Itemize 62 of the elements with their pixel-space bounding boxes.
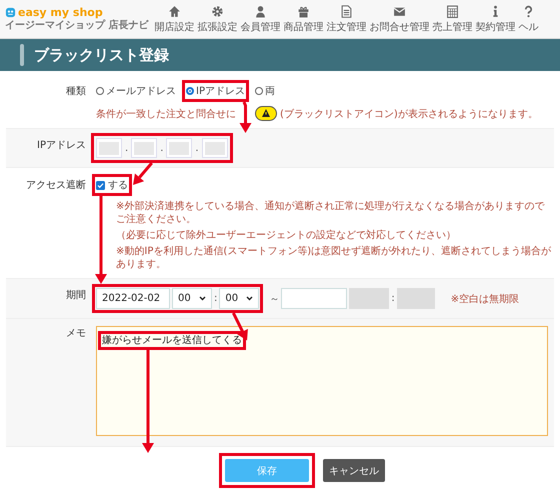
- radio-option[interactable]: 両: [254, 84, 275, 98]
- radio-option[interactable]: IPアドレス: [186, 84, 245, 98]
- brand-name: easy my shop: [18, 6, 103, 19]
- field-label: 期間: [65, 288, 87, 303]
- separator: .: [195, 142, 199, 154]
- nav-item[interactable]: 注文管理: [326, 4, 366, 34]
- separator: ～: [269, 292, 280, 306]
- nav-item[interactable]: 会員管理: [240, 4, 280, 34]
- annotation-arrow: [133, 162, 153, 185]
- logo-icon: [5, 7, 16, 18]
- warning-text: ※動的IPを利用した通信(スマートフォン等)は意図せず遮断が外れたり、遮断されてしまう場合があります。: [116, 245, 552, 271]
- radio-option[interactable]: メールアドレス: [96, 84, 176, 98]
- caret-icon: [199, 296, 206, 301]
- nav-item[interactable]: 拡張設定: [197, 4, 238, 34]
- nav-item[interactable]: ヘル: [518, 4, 538, 34]
- field-label: アクセス遮断: [25, 178, 87, 193]
- calculator-icon: [446, 4, 459, 18]
- hour-select[interactable]: 00: [172, 288, 212, 309]
- nav-item[interactable]: 契約管理: [475, 4, 516, 34]
- nav-item[interactable]: お問合せ管理: [369, 4, 430, 34]
- annotation-arrow: [240, 101, 252, 133]
- ip-octet-field[interactable]: [166, 138, 192, 158]
- checkbox-label[interactable]: する: [108, 178, 128, 192]
- field-label: メモ: [65, 327, 87, 341]
- hint-text: (ブラックリストアイコン)が表示されるようになります。: [280, 108, 538, 120]
- nav-item[interactable]: 売上管理: [432, 4, 472, 34]
- caret-icon: [246, 296, 254, 301]
- settings-icon: [210, 4, 224, 18]
- home-icon: [168, 4, 181, 18]
- annotation-box: [182, 80, 249, 102]
- ip-octet-field[interactable]: [202, 138, 228, 158]
- field-label: 種類: [65, 84, 87, 99]
- ip-octet-field[interactable]: [96, 138, 122, 158]
- date-field[interactable]: 2022-02-02: [96, 288, 170, 309]
- warning-text: ※外部決済連携をしている場合、通知が遮断され正常に処理が行えなくなる場合がありますのでご注意ください。: [116, 200, 546, 226]
- separator: :: [391, 293, 395, 304]
- annotation-box: [92, 174, 132, 196]
- separator: .: [125, 142, 128, 154]
- separator: :: [214, 293, 218, 304]
- person-icon: [254, 4, 267, 18]
- page-title: ブラックリスト登録: [34, 46, 169, 64]
- warning-icon: [255, 106, 277, 121]
- field-label: IPアドレス: [36, 139, 87, 153]
- end-date-field[interactable]: [281, 288, 348, 309]
- separator: .: [160, 142, 164, 154]
- hint-text: 条件が一致した注文と問合せに: [96, 108, 236, 120]
- title-accent-bar: [20, 44, 24, 66]
- minute-select[interactable]: 00: [219, 288, 260, 309]
- cancel-button[interactable]: キャンセル: [323, 459, 385, 482]
- brand-subtitle: イージーマイショップ 店長ナビ: [5, 19, 148, 32]
- ip-octet-field[interactable]: [131, 138, 158, 158]
- nav-item[interactable]: 商品管理: [283, 4, 324, 34]
- envelope-icon: [392, 4, 406, 18]
- gift-icon: [296, 4, 310, 18]
- nav-item[interactable]: 開店設定: [154, 4, 194, 34]
- document-icon: [340, 4, 353, 18]
- end-hour-select[interactable]: [349, 288, 390, 309]
- hint-text: ※空白は無期限: [450, 292, 520, 306]
- checkbox[interactable]: [96, 180, 105, 190]
- warning-text: （必要に応じて除外ユーザーエージェントの設定などで対応してください）: [116, 229, 457, 242]
- memo-field[interactable]: 嫌がらせメールを送信してくる: [96, 326, 548, 436]
- end-minute-select[interactable]: [396, 288, 435, 309]
